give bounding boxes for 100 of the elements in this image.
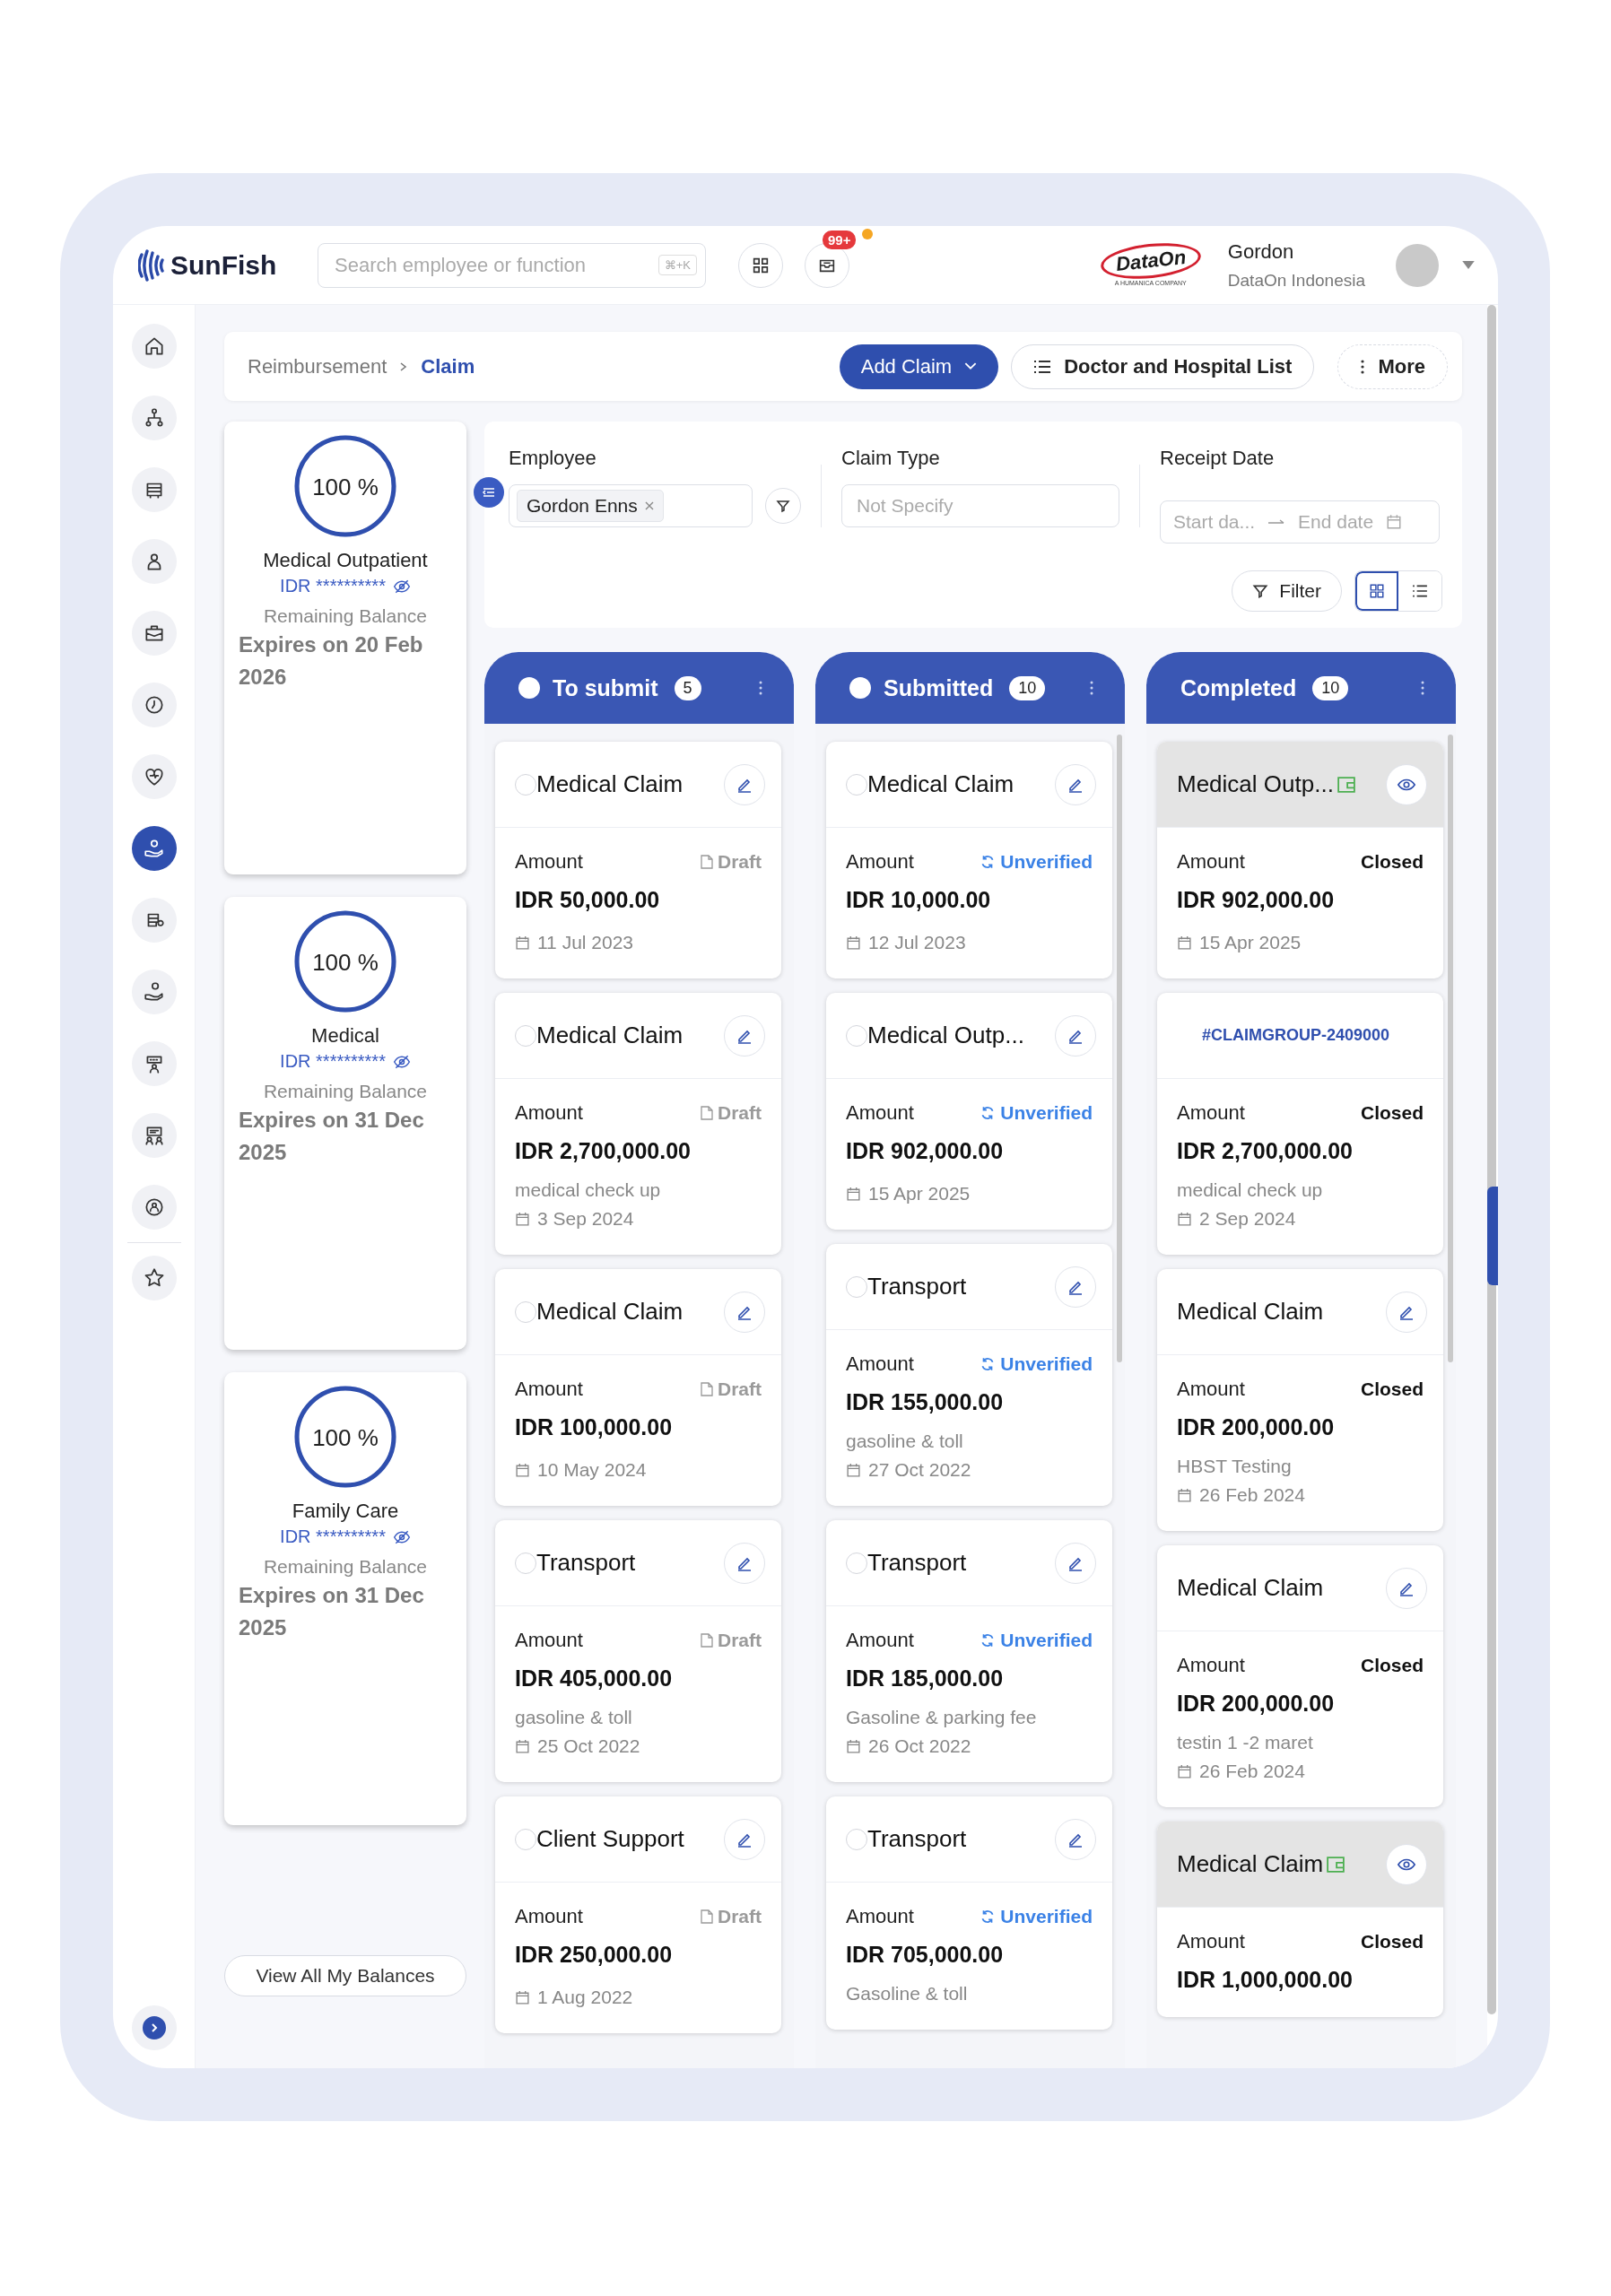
- view-all-balances-button[interactable]: View All My Balances: [224, 1955, 466, 1996]
- claim-card[interactable]: Client Support Amount Draft IDR 250,000.00 1 Aug 2022: [495, 1796, 781, 2033]
- view-button[interactable]: [1386, 763, 1427, 805]
- select-all-radio[interactable]: [849, 677, 871, 699]
- claim-card[interactable]: Medical Claim Amount Closed IDR 200,000.00 HBST Testing 26 Feb 2024: [1157, 1269, 1443, 1531]
- claim-card[interactable]: Medical Claim Amount Draft IDR 2,700,000.00 medical check up 3 Sep 2024: [495, 993, 781, 1255]
- claim-amount: IDR 100,000.00: [515, 1413, 674, 1441]
- collapse-button[interactable]: [474, 477, 504, 508]
- unverified-status: Unverified: [980, 1353, 1093, 1375]
- logo-text: SunFish: [170, 249, 277, 281]
- claim-card[interactable]: Medical Claim Amount Draft IDR 100,000.00 10 May 2024: [495, 1269, 781, 1506]
- kebab-icon[interactable]: [1420, 680, 1425, 696]
- sidebar-item[interactable]: [131, 754, 177, 799]
- balance-caption: Remaining Balance: [263, 1556, 428, 1578]
- calendar-icon: [1177, 1763, 1192, 1779]
- list-icon: [1033, 359, 1052, 374]
- claim-note: medical check up: [515, 1178, 662, 1202]
- draft-status: Draft: [701, 851, 762, 873]
- edit-button[interactable]: [724, 1818, 765, 1860]
- percent-label: 100 %: [311, 949, 379, 977]
- sidebar-item[interactable]: [131, 970, 177, 1014]
- edit-button[interactable]: [1055, 763, 1096, 805]
- apps-button[interactable]: [738, 242, 783, 288]
- edit-button[interactable]: [1055, 1818, 1096, 1860]
- calendar-icon: [1386, 514, 1403, 530]
- calendar-icon: [515, 935, 530, 951]
- claim-amount: IDR 2,700,000.00: [515, 1137, 692, 1165]
- edit-button[interactable]: [1386, 1291, 1427, 1333]
- calendar-icon: [1177, 1211, 1192, 1227]
- kebab-icon[interactable]: [1089, 680, 1094, 696]
- kebab-icon[interactable]: [758, 680, 763, 696]
- sidebar-item[interactable]: [131, 539, 177, 584]
- receipt-icon: [1337, 776, 1355, 793]
- breadcrumb-link[interactable]: Reimbursement: [248, 354, 388, 378]
- edit-button[interactable]: [1055, 1014, 1096, 1057]
- claim-amount: IDR 200,000.00: [1177, 1690, 1336, 1718]
- claim-type-field[interactable]: Not Specify: [841, 484, 1119, 527]
- employee-filter-button[interactable]: [765, 488, 801, 524]
- edit-button[interactable]: [1055, 1542, 1096, 1584]
- shortcut-hint: ⌘+K: [657, 254, 697, 275]
- claim-amount: IDR 902,000.00: [1177, 886, 1336, 914]
- scrollbar[interactable]: [1448, 735, 1453, 1362]
- claim-note: medical check up: [1177, 1178, 1324, 1202]
- view-button[interactable]: [1386, 1843, 1427, 1885]
- sidebar-item[interactable]: [131, 1113, 177, 1158]
- sidebar-item[interactable]: [131, 1185, 177, 1230]
- sidebar-item[interactable]: [131, 826, 177, 871]
- claim-card[interactable]: Medical Claim Amount Closed IDR 1,000,000.00: [1157, 1822, 1443, 2017]
- edit-button[interactable]: [724, 1291, 765, 1333]
- claim-title: Medical Outp...: [1177, 770, 1334, 798]
- claim-card[interactable]: Medical Claim Amount Unverified IDR 10,000.00 12 Jul 2023: [826, 742, 1112, 978]
- claim-date: 25 Oct 2022: [537, 1735, 640, 1758]
- claim-card[interactable]: Transport Amount Unverified IDR 155,000.00 gasoline & toll 27 Oct 2022: [826, 1244, 1112, 1506]
- grid-icon: [1369, 583, 1385, 599]
- claim-card[interactable]: Medical Outp... Amount Closed IDR 902,000.00 15 Apr 2025: [1157, 742, 1443, 978]
- end-date-placeholder: End date: [1298, 510, 1374, 534]
- claim-group-link[interactable]: #CLAIMGROUP-2409000: [1202, 1026, 1390, 1045]
- hospital-list-button[interactable]: Doctor and Hospital List: [1011, 344, 1315, 389]
- sidebar-item[interactable]: [131, 683, 177, 727]
- grid-view-button[interactable]: [1355, 571, 1398, 611]
- edit-button[interactable]: [724, 1014, 765, 1057]
- edit-button[interactable]: [724, 763, 765, 805]
- sidebar-item[interactable]: [131, 611, 177, 656]
- employee-field[interactable]: Gordon Enns: [509, 484, 753, 527]
- claim-card[interactable]: Medical Claim Amount Draft IDR 50,000.00 11 Jul 2023: [495, 742, 781, 978]
- claim-date: 27 Oct 2022: [868, 1458, 971, 1482]
- filter-button[interactable]: Filter: [1232, 570, 1342, 612]
- scrollbar[interactable]: [1487, 305, 1496, 2014]
- sidebar-item[interactable]: [131, 898, 177, 943]
- calendar-icon: [515, 1211, 530, 1227]
- claim-card[interactable]: Transport Amount Unverified IDR 705,000.00 Gasoline & toll: [826, 1796, 1112, 2030]
- chevron-down-icon: [964, 362, 978, 370]
- caret-icon[interactable]: [1462, 261, 1475, 269]
- sidebar-item[interactable]: [131, 324, 177, 369]
- claim-card[interactable]: Transport Amount Unverified IDR 185,000.00 Gasoline & parking fee 26 Oct 2022: [826, 1520, 1112, 1782]
- select-all-radio[interactable]: [518, 677, 540, 699]
- edit-button[interactable]: [1386, 1567, 1427, 1609]
- breadcrumb-link[interactable]: Claim: [421, 354, 475, 378]
- sidebar-item[interactable]: [131, 396, 177, 440]
- claim-card[interactable]: Transport Amount Draft IDR 405,000.00 gasoline & toll 25 Oct 2022: [495, 1520, 781, 1782]
- expand-button[interactable]: [131, 2005, 177, 2050]
- claim-amount: IDR 405,000.00: [515, 1665, 674, 1692]
- claim-amount: IDR 10,000.00: [846, 886, 992, 914]
- claim-card[interactable]: Medical Claim Amount Closed IDR 200,000.00 testin 1 -2 maret 26 Feb 2024: [1157, 1545, 1443, 1807]
- add-claim-button[interactable]: Add Claim: [839, 344, 999, 389]
- claim-card[interactable]: Medical Outp... Amount Unverified IDR 902,000.00 15 Apr 2025: [826, 993, 1112, 1230]
- calendar-icon: [515, 1738, 530, 1754]
- more-button[interactable]: More: [1337, 344, 1448, 389]
- edit-button[interactable]: [1055, 1265, 1096, 1308]
- sidebar-item[interactable]: [131, 1256, 177, 1300]
- edit-button[interactable]: [724, 1542, 765, 1584]
- claim-title: Client Support: [536, 1825, 684, 1853]
- sidebar-item[interactable]: [131, 1041, 177, 1086]
- claim-title: Transport: [867, 1549, 967, 1577]
- sidebar-item[interactable]: [131, 467, 177, 512]
- close-icon[interactable]: [644, 501, 654, 510]
- field-label: Employee: [509, 447, 597, 470]
- closed-status: Closed: [1361, 1378, 1424, 1400]
- claim-card[interactable]: #CLAIMGROUP-2409000 Amount Closed IDR 2,700,000.00 medical check up 2 Sep 2024: [1157, 993, 1443, 1255]
- scrollbar[interactable]: [1117, 735, 1122, 1362]
